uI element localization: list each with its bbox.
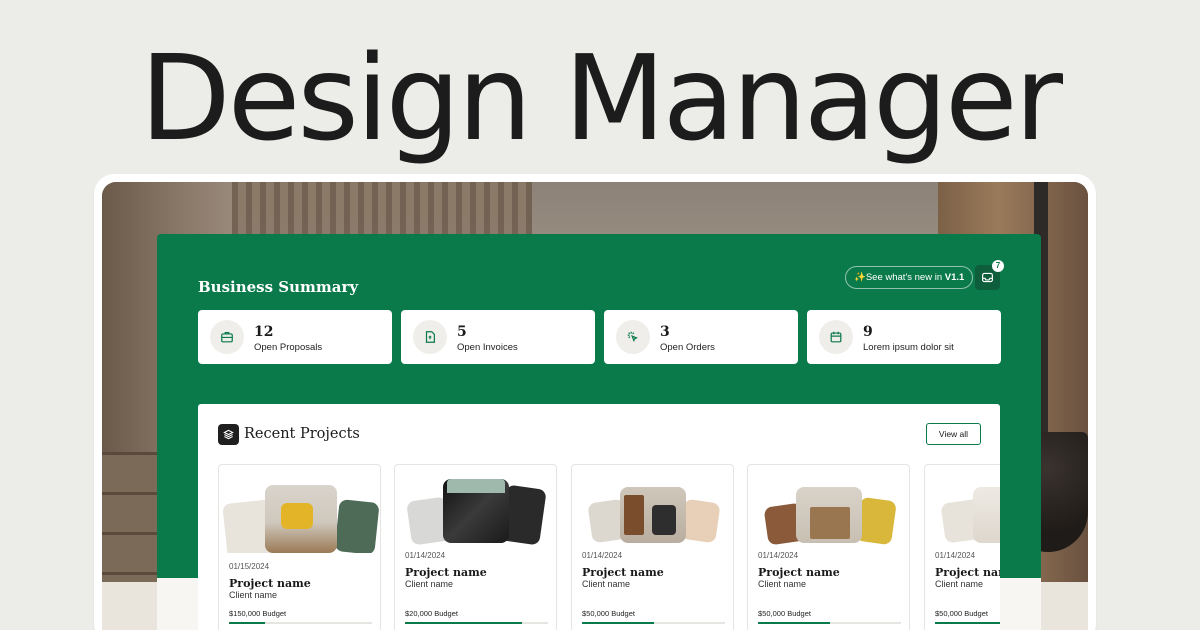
project-name: Project name [582, 566, 664, 579]
stat-card-open-proposals[interactable]: 12 Open Proposals [198, 310, 392, 364]
business-summary-title: Business Summary [198, 278, 359, 296]
budget-progress-fill [758, 622, 830, 624]
stat-card-open-orders[interactable]: 3 Open Orders [604, 310, 798, 364]
project-thumbnail [925, 465, 1000, 553]
project-budget: $150,000 Budget [229, 609, 287, 618]
project-date: 01/14/2024 [758, 551, 799, 560]
version-label: V1.1 [944, 272, 965, 283]
briefcase-icon [210, 320, 244, 354]
calendar-icon [819, 320, 853, 354]
project-thumbnail [572, 465, 733, 553]
view-all-button[interactable]: View all [926, 423, 981, 445]
project-budget: $50,000 Budget [935, 609, 988, 618]
layers-icon [218, 424, 239, 445]
project-date: 01/14/2024 [935, 551, 976, 560]
project-name: Project name [229, 577, 311, 590]
whats-new-button[interactable]: ✨See what's new in V1.1 [845, 266, 974, 289]
project-thumbnail [748, 465, 909, 553]
project-card[interactable]: 01/14/2024 Project name Client name $50,… [747, 464, 910, 630]
client-name: Client name [935, 579, 984, 589]
stat-value: 3 [660, 324, 670, 340]
project-card[interactable]: 01/14/2024 Project name Client name $50,… [924, 464, 1000, 630]
project-name: Project name [758, 566, 840, 579]
project-card[interactable]: 01/14/2024 Project name Client name $20,… [394, 464, 557, 630]
hero-title: Design Manager [139, 29, 1063, 167]
stat-card-lorem[interactable]: 9 Lorem ipsum dolor sit [807, 310, 1001, 364]
stat-card-open-invoices[interactable]: 5 Open Invoices [401, 310, 595, 364]
budget-progress-fill [229, 622, 265, 624]
invoice-icon [413, 320, 447, 354]
project-budget: $20,000 Budget [405, 609, 458, 618]
stat-label: Open Invoices [457, 342, 518, 353]
project-budget: $50,000 Budget [582, 609, 635, 618]
project-thumbnail [219, 465, 380, 553]
stat-label: Open Orders [660, 342, 715, 353]
project-card[interactable]: 01/15/2024 Project name Client name $150… [218, 464, 381, 630]
budget-progress-bar [405, 622, 548, 624]
whats-new-text: ✨See what's new in [854, 272, 945, 283]
project-budget: $50,000 Budget [758, 609, 811, 618]
project-date: 01/14/2024 [405, 551, 446, 560]
stat-value: 12 [254, 324, 274, 340]
client-name: Client name [758, 579, 807, 589]
notification-badge: 7 [992, 260, 1004, 272]
project-date: 01/14/2024 [582, 551, 623, 560]
project-card[interactable]: 01/14/2024 Project name Client name $50,… [571, 464, 734, 630]
recent-projects-title: Recent Projects [244, 426, 360, 442]
client-name: Client name [405, 579, 454, 589]
inbox-icon [982, 272, 993, 283]
project-date: 01/15/2024 [229, 562, 270, 571]
stat-label: Open Proposals [254, 342, 323, 353]
stat-label: Lorem ipsum dolor sit [863, 342, 954, 353]
budget-progress-fill [405, 622, 523, 624]
budget-progress-bar [582, 622, 725, 624]
budget-progress-bar [935, 622, 1000, 624]
stat-value: 9 [863, 324, 873, 340]
stat-value: 5 [457, 324, 467, 340]
project-thumbnail [395, 465, 556, 553]
budget-progress-fill [935, 622, 1000, 624]
client-name: Client name [582, 579, 631, 589]
client-name: Client name [229, 590, 278, 600]
budget-progress-bar [758, 622, 901, 624]
cursor-click-icon [616, 320, 650, 354]
budget-progress-fill [582, 622, 654, 624]
project-name: Project name [405, 566, 487, 579]
project-name: Project name [935, 566, 1000, 579]
budget-progress-bar [229, 622, 372, 624]
recent-projects-panel: Recent Projects View all 01/15/2024 Proj… [198, 404, 1000, 630]
